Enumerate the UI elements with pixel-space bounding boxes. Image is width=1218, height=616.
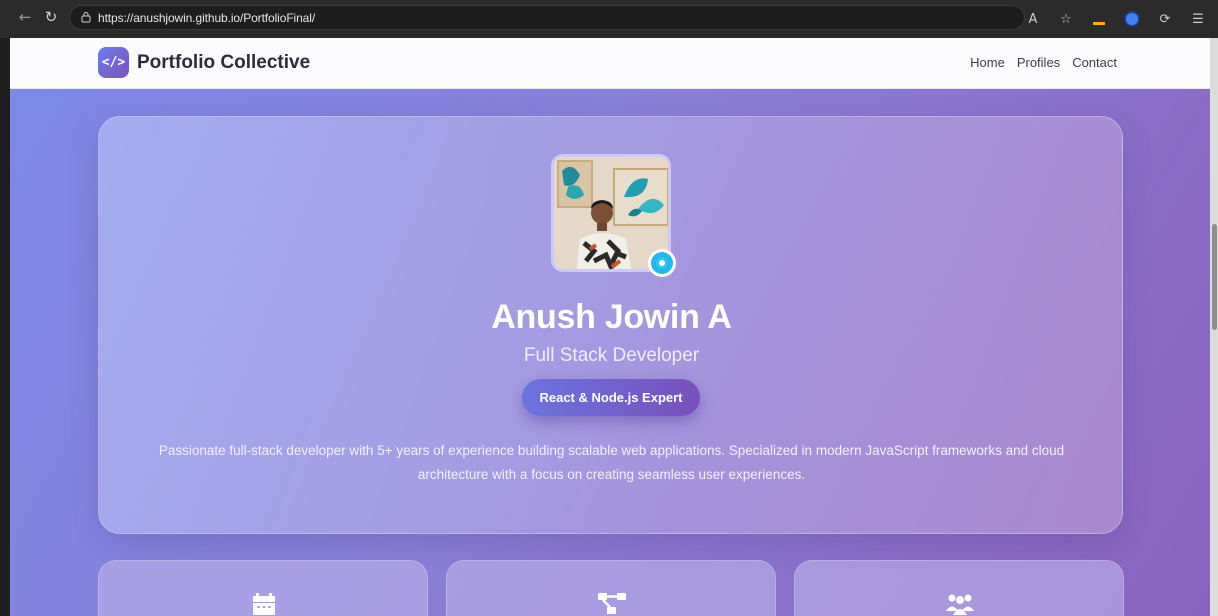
- users-icon: [946, 594, 974, 615]
- site-header: </> Portfolio Collective Home Profiles C…: [10, 38, 1210, 89]
- profile-hero-card: Anush Jowin A Full Stack Developer React…: [98, 116, 1123, 534]
- performance-icon[interactable]: ⟳: [1156, 10, 1174, 28]
- window-frame: [0, 38, 10, 616]
- profile-bio: Passionate full-stack developer with 5+ …: [158, 443, 1065, 482]
- nav-home[interactable]: Home: [970, 55, 1005, 70]
- browser-toolbar-icons: A ☆ ⟳ ☰ ···: [1024, 8, 1218, 30]
- favorites-list-icon[interactable]: ☰: [1189, 10, 1207, 28]
- code-logo-icon[interactable]: </>: [98, 47, 129, 78]
- feature-card-experience[interactable]: [98, 560, 428, 616]
- online-status-icon: [648, 249, 676, 277]
- read-aloud-icon[interactable]: A: [1024, 10, 1042, 28]
- favorite-star-icon[interactable]: ☆: [1057, 10, 1075, 28]
- back-icon[interactable]: ←: [14, 6, 36, 28]
- extension-icon[interactable]: [1123, 10, 1141, 28]
- profile-name: Anush Jowin A: [491, 298, 732, 336]
- nav-contact[interactable]: Contact: [1072, 55, 1117, 70]
- refresh-icon[interactable]: ↻: [40, 6, 62, 28]
- browser-toolbar: ← ↻ https://anushjowin.github.io/Portfol…: [0, 0, 1218, 38]
- project-diagram-icon: [598, 593, 626, 614]
- download-indicator-icon[interactable]: [1090, 10, 1108, 28]
- profile-title: Full Stack Developer: [523, 345, 700, 366]
- feature-card-team[interactable]: [794, 560, 1124, 616]
- lock-icon: [81, 12, 91, 23]
- page-viewport: </> Portfolio Collective Home Profiles C…: [10, 38, 1210, 616]
- nav-profiles[interactable]: Profiles: [1017, 55, 1060, 70]
- url-text: https://anushjowin.github.io/PortfolioFi…: [98, 11, 316, 25]
- main-nav: Home Profiles Contact: [970, 55, 1117, 70]
- page-scrollbar[interactable]: [1210, 38, 1218, 616]
- feature-card-projects[interactable]: [446, 560, 776, 616]
- brand-name[interactable]: Portfolio Collective: [137, 52, 310, 74]
- address-bar[interactable]: https://anushjowin.github.io/PortfolioFi…: [69, 5, 1025, 30]
- expertise-badge[interactable]: React & Node.js Expert: [522, 379, 700, 416]
- scrollbar-thumb[interactable]: [1212, 224, 1217, 330]
- calendar-icon: [253, 593, 275, 615]
